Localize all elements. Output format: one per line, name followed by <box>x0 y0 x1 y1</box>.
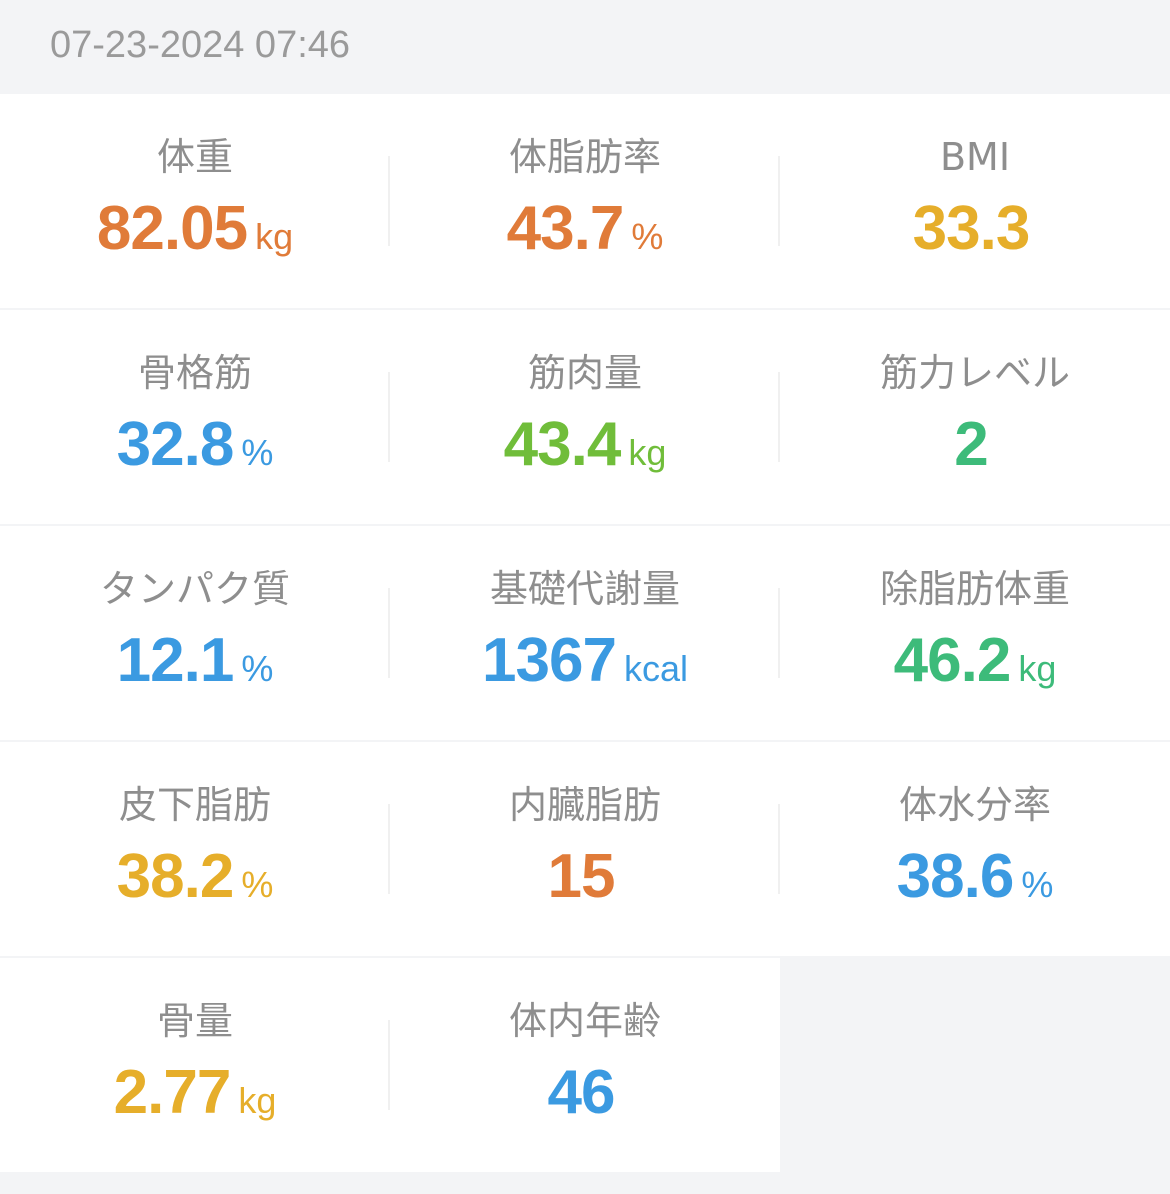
metric-label: タンパク質 <box>99 567 290 611</box>
metric-number: 12.1 <box>116 626 235 695</box>
metric-label: 内臓脂肪 <box>508 783 661 827</box>
metric-value: 2.77 kg <box>0 1058 390 1143</box>
metric-number: 32.8 <box>116 410 235 479</box>
metric-label: 体脂肪率 <box>508 135 661 179</box>
metric-label: 体水分率 <box>898 783 1051 827</box>
metric-body-water[interactable]: 体水分率 38.6% <box>780 742 1170 956</box>
metrics-row: 骨格筋 32.8% 筋肉量 43.4 kg 筋力レベル 2 <box>0 310 1170 524</box>
metric-number: 2 <box>954 410 988 479</box>
metric-value: 43.4 kg <box>390 410 780 495</box>
metric-basal-metabolism[interactable]: 基礎代謝量 1367 kcal <box>390 526 780 740</box>
metric-value: 38.6% <box>780 842 1170 927</box>
metric-skeletal-muscle[interactable]: 骨格筋 32.8% <box>0 310 390 524</box>
metric-unit: kg <box>1018 648 1057 689</box>
header-bar: 07-23-2024 07:46 <box>0 0 1170 94</box>
metrics-row: 体重 82.05 kg 体脂肪率 43.7% BMI 33.3 <box>0 94 1170 308</box>
metric-value: 1367 kcal <box>390 626 780 711</box>
metric-number: 2.77 <box>113 1058 232 1127</box>
metric-unit: kg <box>628 432 667 473</box>
metric-number: 82.05 <box>96 194 248 263</box>
metric-label: 骨量 <box>156 999 233 1043</box>
metric-protein[interactable]: タンパク質 12.1% <box>0 526 390 740</box>
metric-label: 基礎代謝量 <box>489 567 680 611</box>
metric-body-fat[interactable]: 体脂肪率 43.7% <box>390 94 780 308</box>
metric-label: BMI <box>939 135 1011 179</box>
metric-value: 2 <box>780 410 1170 495</box>
metric-label: 骨格筋 <box>137 351 252 395</box>
metric-bmi[interactable]: BMI 33.3 <box>780 94 1170 308</box>
metric-label: 筋力レベル <box>879 351 1070 395</box>
metric-number: 38.2 <box>116 842 235 911</box>
metrics-row: 皮下脂肪 38.2% 内臓脂肪 15 体水分率 38.6% <box>0 742 1170 956</box>
metric-label: 皮下脂肪 <box>118 783 271 827</box>
metric-unit: % <box>241 864 274 905</box>
metric-value: 82.05 kg <box>0 194 390 279</box>
metric-body-age[interactable]: 体内年齢 46 <box>390 958 780 1172</box>
empty-cell <box>780 958 1170 1172</box>
metric-label: 筋肉量 <box>527 351 642 395</box>
metric-number: 33.3 <box>912 194 1031 263</box>
measurement-timestamp: 07-23-2024 07:46 <box>50 24 351 66</box>
metric-weight[interactable]: 体重 82.05 kg <box>0 94 390 308</box>
metric-value: 38.2% <box>0 842 390 927</box>
metric-subcutaneous-fat[interactable]: 皮下脂肪 38.2% <box>0 742 390 956</box>
metric-bone-mass[interactable]: 骨量 2.77 kg <box>0 958 390 1172</box>
metric-number: 46 <box>547 1058 616 1127</box>
metric-value: 46.2 kg <box>780 626 1170 711</box>
metric-strength-level[interactable]: 筋力レベル 2 <box>780 310 1170 524</box>
metric-number: 15 <box>547 842 616 911</box>
metric-value: 43.7% <box>390 194 780 279</box>
metric-label: 体内年齢 <box>508 999 661 1043</box>
metrics-row: 骨量 2.77 kg 体内年齢 46 <box>0 958 1170 1172</box>
metric-unit: kcal <box>623 648 688 689</box>
metric-unit: kg <box>238 1080 277 1121</box>
metric-unit: % <box>241 432 274 473</box>
metric-unit: % <box>241 648 274 689</box>
metric-number: 43.7 <box>506 194 625 263</box>
metric-value: 32.8% <box>0 410 390 495</box>
metric-value: 33.3 <box>780 194 1170 279</box>
metric-label: 除脂肪体重 <box>879 567 1070 611</box>
metric-muscle-mass[interactable]: 筋肉量 43.4 kg <box>390 310 780 524</box>
metric-visceral-fat[interactable]: 内臓脂肪 15 <box>390 742 780 956</box>
metric-number: 38.6 <box>896 842 1015 911</box>
metric-value: 15 <box>390 842 780 927</box>
metric-value: 46 <box>390 1058 780 1143</box>
metric-lean-body-mass[interactable]: 除脂肪体重 46.2 kg <box>780 526 1170 740</box>
metric-unit: % <box>631 216 664 257</box>
metric-number: 46.2 <box>893 626 1012 695</box>
metric-unit: % <box>1021 864 1054 905</box>
metric-unit: kg <box>255 216 294 257</box>
metric-number: 1367 <box>482 626 617 695</box>
metric-number: 43.4 <box>503 410 622 479</box>
metrics-row: タンパク質 12.1% 基礎代謝量 1367 kcal 除脂肪体重 46.2 kg <box>0 526 1170 740</box>
metric-value: 12.1% <box>0 626 390 711</box>
metric-label: 体重 <box>156 135 233 179</box>
